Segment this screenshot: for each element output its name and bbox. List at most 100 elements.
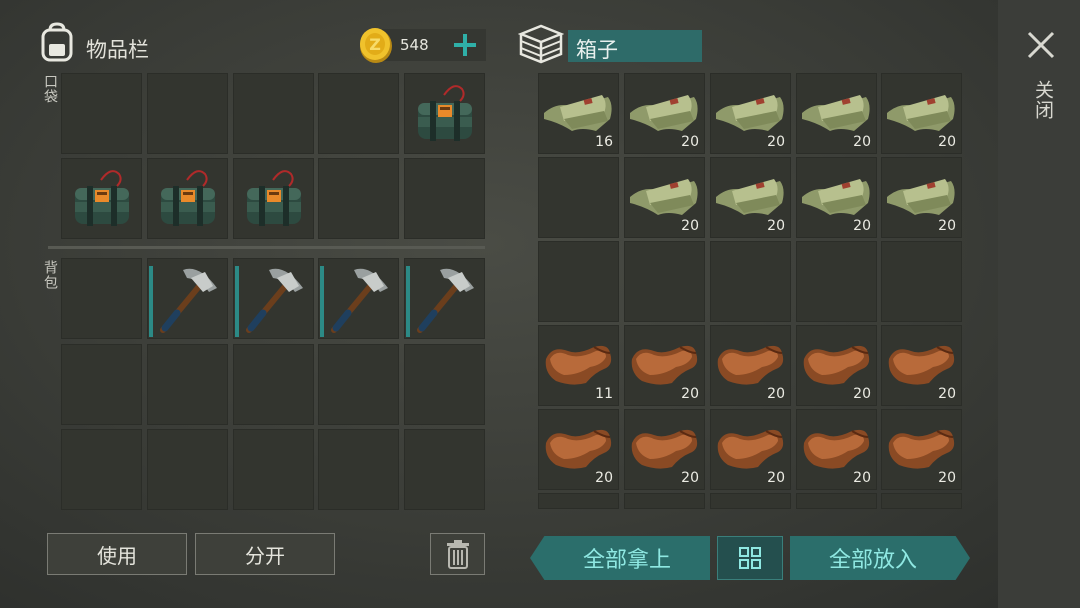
backpack-slot[interactable] <box>318 344 399 425</box>
box-slot[interactable]: 20 <box>881 409 962 490</box>
backpack-slot[interactable] <box>147 344 228 425</box>
pocket-slot[interactable] <box>147 158 228 239</box>
section-divider <box>48 246 485 249</box>
box-slot[interactable]: 20 <box>624 409 705 490</box>
plus-icon <box>454 34 476 56</box>
pocket-slot[interactable] <box>147 73 228 154</box>
box-slot[interactable]: 20 <box>710 157 791 238</box>
c4-explosive-icon <box>75 170 129 226</box>
box-slot[interactable] <box>538 493 619 509</box>
pocket-slot[interactable] <box>233 158 314 239</box>
backpack-slot[interactable] <box>233 258 314 339</box>
backpack-slot[interactable] <box>318 429 399 510</box>
box-slot[interactable]: 20 <box>624 157 705 238</box>
coin-icon: Z <box>357 25 395 65</box>
backpack-slot[interactable] <box>404 258 485 339</box>
backpack-slot[interactable] <box>233 429 314 510</box>
put-all-button[interactable]: 全部放入 <box>790 536 970 580</box>
box-slot[interactable]: 20 <box>624 73 705 154</box>
item-count: 11 <box>595 386 613 402</box>
box-slot[interactable]: 20 <box>796 325 877 406</box>
backpack-label: 背包 <box>42 260 58 290</box>
pocket-slot[interactable] <box>318 158 399 239</box>
use-button[interactable]: 使用 <box>47 533 187 575</box>
close-label[interactable]: 关闭 <box>1030 80 1057 120</box>
box-slot[interactable]: 16 <box>538 73 619 154</box>
add-coins-button[interactable] <box>452 31 478 59</box>
grid-sort-icon <box>739 547 761 569</box>
box-slot[interactable]: 20 <box>881 157 962 238</box>
take-all-button[interactable]: 全部拿上 <box>530 536 710 580</box>
box-slot[interactable] <box>881 241 962 322</box>
box-slot[interactable] <box>538 241 619 322</box>
box-slot[interactable] <box>538 157 619 238</box>
pocket-slot[interactable] <box>233 73 314 154</box>
item-count: 20 <box>681 386 699 402</box>
pocket-slot[interactable] <box>61 73 142 154</box>
pocket-slot[interactable] <box>404 158 485 239</box>
box-slot[interactable]: 20 <box>796 157 877 238</box>
c4-explosive-icon <box>161 170 215 226</box>
box-slot[interactable] <box>710 493 791 509</box>
item-count: 20 <box>767 470 785 486</box>
box-slot[interactable] <box>881 493 962 509</box>
backpack-slot[interactable] <box>318 258 399 339</box>
box-slot[interactable]: 20 <box>796 73 877 154</box>
box-slot[interactable]: 20 <box>796 409 877 490</box>
box-slot[interactable]: 20 <box>538 409 619 490</box>
svg-text:Z: Z <box>369 35 381 54</box>
box-slot[interactable] <box>710 241 791 322</box>
trash-icon <box>446 540 469 569</box>
item-count: 16 <box>595 134 613 150</box>
split-button[interactable]: 分开 <box>195 533 335 575</box>
container-title: 箱子 <box>576 38 618 62</box>
box-slot[interactable] <box>624 241 705 322</box>
backpack-icon <box>38 22 76 62</box>
backpack-slot[interactable] <box>404 344 485 425</box>
trash-button[interactable] <box>430 533 485 575</box>
box-slot[interactable]: 20 <box>881 73 962 154</box>
item-count: 20 <box>767 134 785 150</box>
box-slot[interactable]: 20 <box>710 73 791 154</box>
item-count: 20 <box>767 386 785 402</box>
backpack-slot[interactable] <box>61 258 142 339</box>
c4-explosive-icon <box>247 170 301 226</box>
box-slot[interactable]: 20 <box>710 325 791 406</box>
pickaxe-icon <box>331 268 388 333</box>
box-slot[interactable] <box>624 493 705 509</box>
put-all-label: 全部放入 <box>828 548 917 573</box>
backpack-slot[interactable] <box>147 258 228 339</box>
item-count: 20 <box>681 218 699 234</box>
item-count: 20 <box>938 218 956 234</box>
close-button[interactable] <box>1026 30 1056 60</box>
backpack-slot[interactable] <box>404 429 485 510</box>
backpack-slot[interactable] <box>61 429 142 510</box>
backpack-slot[interactable] <box>147 429 228 510</box>
pocket-slot[interactable] <box>404 73 485 154</box>
pickaxe-icon <box>246 268 303 333</box>
backpack-slot[interactable] <box>61 344 142 425</box>
item-count: 20 <box>853 134 871 150</box>
box-slot[interactable]: 20 <box>624 325 705 406</box>
pocket-slot[interactable] <box>318 73 399 154</box>
pickaxe-icon <box>160 268 217 333</box>
close-icon <box>1027 31 1055 59</box>
item-count: 20 <box>853 218 871 234</box>
inventory-title: 物品栏 <box>86 38 149 62</box>
item-count: 20 <box>938 470 956 486</box>
box-slot[interactable] <box>796 493 877 509</box>
item-count: 20 <box>938 386 956 402</box>
item-count: 20 <box>853 386 871 402</box>
box-slot[interactable] <box>796 241 877 322</box>
box-slot[interactable]: 20 <box>710 409 791 490</box>
backpack-slot[interactable] <box>233 344 314 425</box>
item-count: 20 <box>767 218 785 234</box>
sort-button[interactable] <box>717 536 783 580</box>
pocket-slot[interactable] <box>61 158 142 239</box>
coin-count: 548 <box>400 36 429 54</box>
box-slot[interactable]: 20 <box>881 325 962 406</box>
box-slot[interactable]: 11 <box>538 325 619 406</box>
item-count: 20 <box>853 470 871 486</box>
crate-icon <box>517 24 565 64</box>
item-count: 20 <box>681 470 699 486</box>
